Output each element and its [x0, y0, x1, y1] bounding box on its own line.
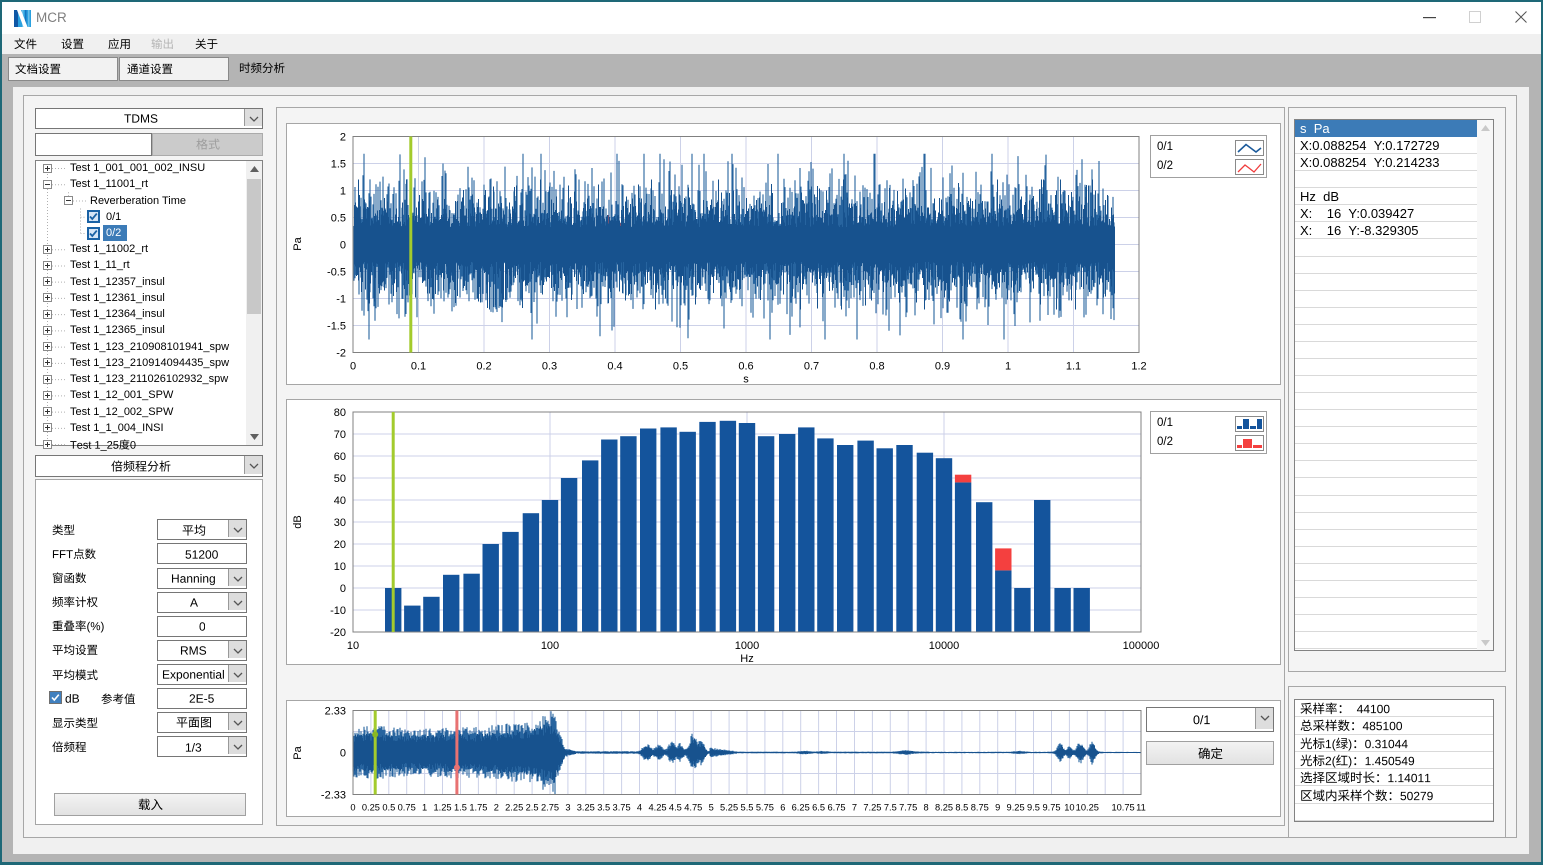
svg-text:5.25: 5.25 [720, 803, 738, 813]
svg-text:50: 50 [334, 473, 346, 485]
svg-text:6.75: 6.75 [827, 803, 845, 813]
svg-text:0: 0 [350, 803, 355, 813]
svg-text:1.2: 1.2 [1131, 361, 1146, 373]
svg-text:30: 30 [334, 517, 346, 529]
svg-text:7: 7 [852, 803, 857, 813]
svg-text:3.5: 3.5 [597, 803, 610, 813]
svg-text:1.1: 1.1 [1066, 361, 1081, 373]
svg-text:-2: -2 [336, 348, 346, 360]
svg-text:2: 2 [494, 803, 499, 813]
svg-text:7.25: 7.25 [863, 803, 881, 813]
svg-text:60: 60 [334, 451, 346, 463]
svg-text:dB: dB [292, 515, 304, 528]
svg-text:0: 0 [350, 361, 356, 373]
svg-text:9.75: 9.75 [1042, 803, 1060, 813]
svg-text:6: 6 [780, 803, 785, 813]
svg-text:0.5: 0.5 [331, 213, 346, 225]
svg-text:0: 0 [340, 583, 346, 595]
svg-text:1: 1 [1005, 361, 1011, 373]
svg-text:1.5: 1.5 [331, 159, 346, 171]
svg-text:10: 10 [334, 561, 346, 573]
svg-text:80: 80 [334, 407, 346, 419]
svg-text:2.5: 2.5 [526, 803, 539, 813]
svg-text:0: 0 [340, 240, 346, 252]
svg-text:10: 10 [347, 640, 359, 652]
svg-text:9.5: 9.5 [1027, 803, 1040, 813]
svg-text:7.75: 7.75 [899, 803, 917, 813]
svg-text:0.25: 0.25 [362, 803, 380, 813]
svg-text:7.5: 7.5 [884, 803, 897, 813]
svg-text:3.25: 3.25 [577, 803, 595, 813]
svg-text:-0.5: -0.5 [327, 267, 346, 279]
svg-text:8: 8 [924, 803, 929, 813]
svg-text:2.33: 2.33 [325, 706, 346, 718]
svg-text:6.25: 6.25 [792, 803, 810, 813]
svg-text:4: 4 [637, 803, 642, 813]
svg-text:Hz: Hz [740, 653, 753, 665]
svg-text:1.5: 1.5 [454, 803, 467, 813]
svg-text:6.5: 6.5 [812, 803, 825, 813]
svg-text:20: 20 [334, 539, 346, 551]
svg-text:-10: -10 [330, 605, 346, 617]
svg-text:4.5: 4.5 [669, 803, 682, 813]
svg-text:0: 0 [340, 748, 346, 760]
svg-text:2.25: 2.25 [505, 803, 523, 813]
svg-text:8.5: 8.5 [955, 803, 968, 813]
svg-text:100000: 100000 [1123, 640, 1160, 652]
svg-text:0.8: 0.8 [869, 361, 884, 373]
svg-text:1000: 1000 [735, 640, 759, 652]
svg-text:9: 9 [995, 803, 1000, 813]
svg-text:1.75: 1.75 [469, 803, 487, 813]
svg-text:Pa: Pa [292, 236, 304, 250]
svg-text:3.75: 3.75 [613, 803, 631, 813]
svg-text:4.25: 4.25 [648, 803, 666, 813]
svg-text:5.5: 5.5 [741, 803, 754, 813]
svg-text:10: 10 [1064, 803, 1074, 813]
svg-text:1: 1 [340, 186, 346, 198]
svg-text:-1: -1 [336, 294, 346, 306]
svg-text:0.6: 0.6 [738, 361, 753, 373]
svg-text:10.75: 10.75 [1111, 803, 1134, 813]
svg-text:100: 100 [541, 640, 559, 652]
svg-text:0.4: 0.4 [607, 361, 622, 373]
svg-text:0.1: 0.1 [411, 361, 426, 373]
svg-text:0.3: 0.3 [542, 361, 557, 373]
svg-text:8.75: 8.75 [971, 803, 989, 813]
svg-text:10000: 10000 [929, 640, 960, 652]
svg-text:2: 2 [340, 132, 346, 144]
svg-text:0.2: 0.2 [476, 361, 491, 373]
svg-text:5: 5 [709, 803, 714, 813]
svg-text:0.9: 0.9 [935, 361, 950, 373]
svg-text:3: 3 [565, 803, 570, 813]
svg-text:0.7: 0.7 [804, 361, 819, 373]
svg-text:-2.33: -2.33 [321, 790, 346, 802]
svg-text:8.25: 8.25 [935, 803, 953, 813]
svg-text:9.25: 9.25 [1007, 803, 1025, 813]
svg-text:0.75: 0.75 [398, 803, 416, 813]
svg-text:5.75: 5.75 [756, 803, 774, 813]
svg-text:4.75: 4.75 [684, 803, 702, 813]
svg-text:10.25: 10.25 [1076, 803, 1099, 813]
svg-text:70: 70 [334, 429, 346, 441]
svg-text:11: 11 [1136, 803, 1146, 813]
svg-text:0.5: 0.5 [673, 361, 688, 373]
svg-text:s: s [743, 374, 749, 386]
svg-text:Pa: Pa [292, 745, 304, 759]
svg-text:40: 40 [334, 495, 346, 507]
svg-text:-1.5: -1.5 [327, 321, 346, 333]
svg-text:2.75: 2.75 [541, 803, 559, 813]
svg-text:-20: -20 [330, 627, 346, 639]
svg-text:1.25: 1.25 [433, 803, 451, 813]
svg-text:1: 1 [422, 803, 427, 813]
svg-text:0.5: 0.5 [382, 803, 395, 813]
